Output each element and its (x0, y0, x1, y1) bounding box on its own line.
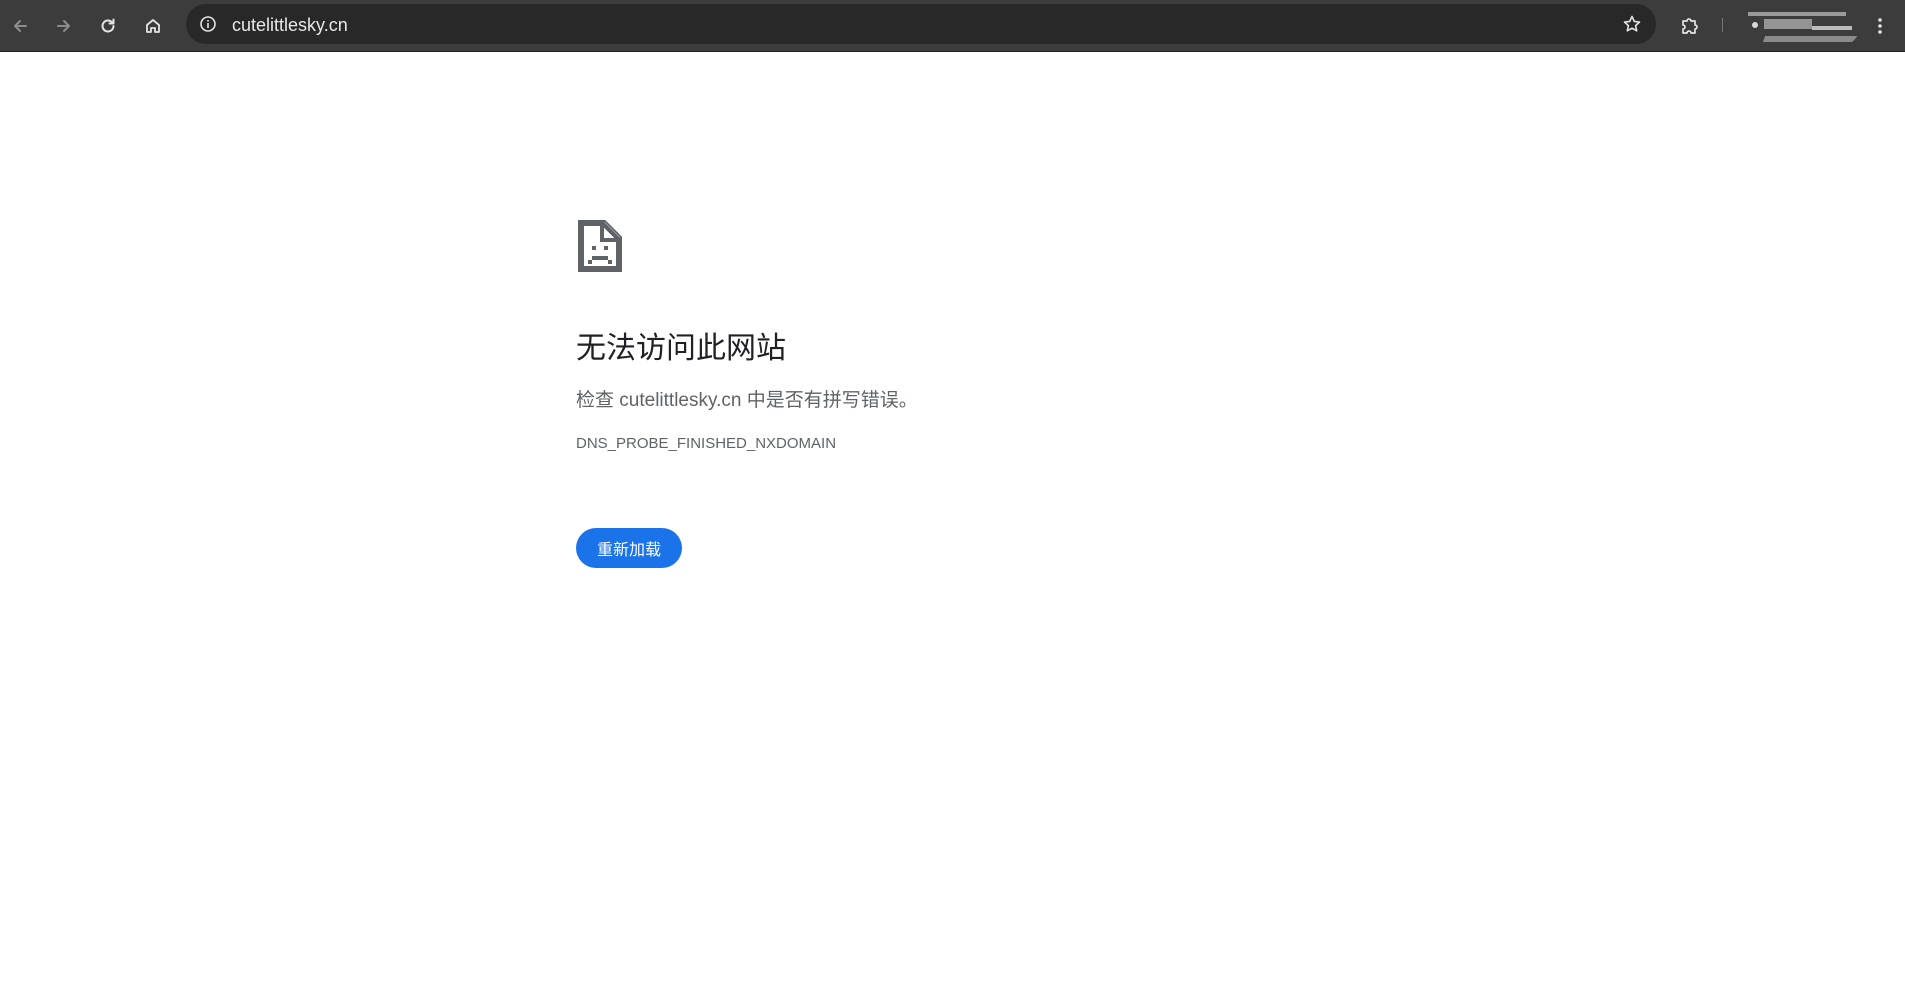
bookmark-button[interactable] (1618, 10, 1646, 38)
reload-page-button[interactable]: 重新加载 (576, 528, 682, 568)
arrow-left-icon (14, 20, 27, 32)
info-icon (200, 16, 216, 32)
reload-icon (101, 18, 115, 33)
redaction-mark (1812, 26, 1852, 30)
arrow-right-icon (57, 20, 70, 32)
redaction-mark (1762, 36, 1860, 42)
redaction-mark (1748, 12, 1846, 16)
browser-menu-button[interactable] (1866, 8, 1894, 44)
avatar (1752, 22, 1758, 28)
home-button[interactable] (135, 8, 171, 44)
error-content: 无法访问此网站 检查 cutelittlesky.cn 中是否有拼写错误。 DN… (576, 218, 1336, 454)
error-detail: 检查 cutelittlesky.cn 中是否有拼写错误。 (576, 390, 918, 411)
puzzle-icon (1682, 18, 1698, 34)
more-vert-icon (1878, 18, 1882, 34)
error-code: DNS_PROBE_FINISHED_NXDOMAIN (576, 435, 837, 452)
error-title: 无法访问此网站 (576, 332, 786, 365)
browser-toolbar: cutelittlesky.cn (0, 0, 1905, 52)
extensions-button[interactable] (1672, 8, 1708, 44)
sad-document-icon (578, 220, 622, 272)
star-icon (1623, 15, 1641, 32)
address-bar[interactable]: cutelittlesky.cn (186, 4, 1656, 44)
forward-button[interactable] (46, 8, 82, 44)
toolbar-separator (1722, 18, 1723, 32)
profile-label (1764, 19, 1812, 29)
site-info-button[interactable] (194, 10, 222, 38)
reload-button[interactable] (90, 8, 126, 44)
back-button[interactable] (2, 8, 38, 44)
profile-button[interactable] (1742, 6, 1860, 46)
home-icon (146, 19, 160, 33)
url-text[interactable]: cutelittlesky.cn (232, 14, 348, 36)
